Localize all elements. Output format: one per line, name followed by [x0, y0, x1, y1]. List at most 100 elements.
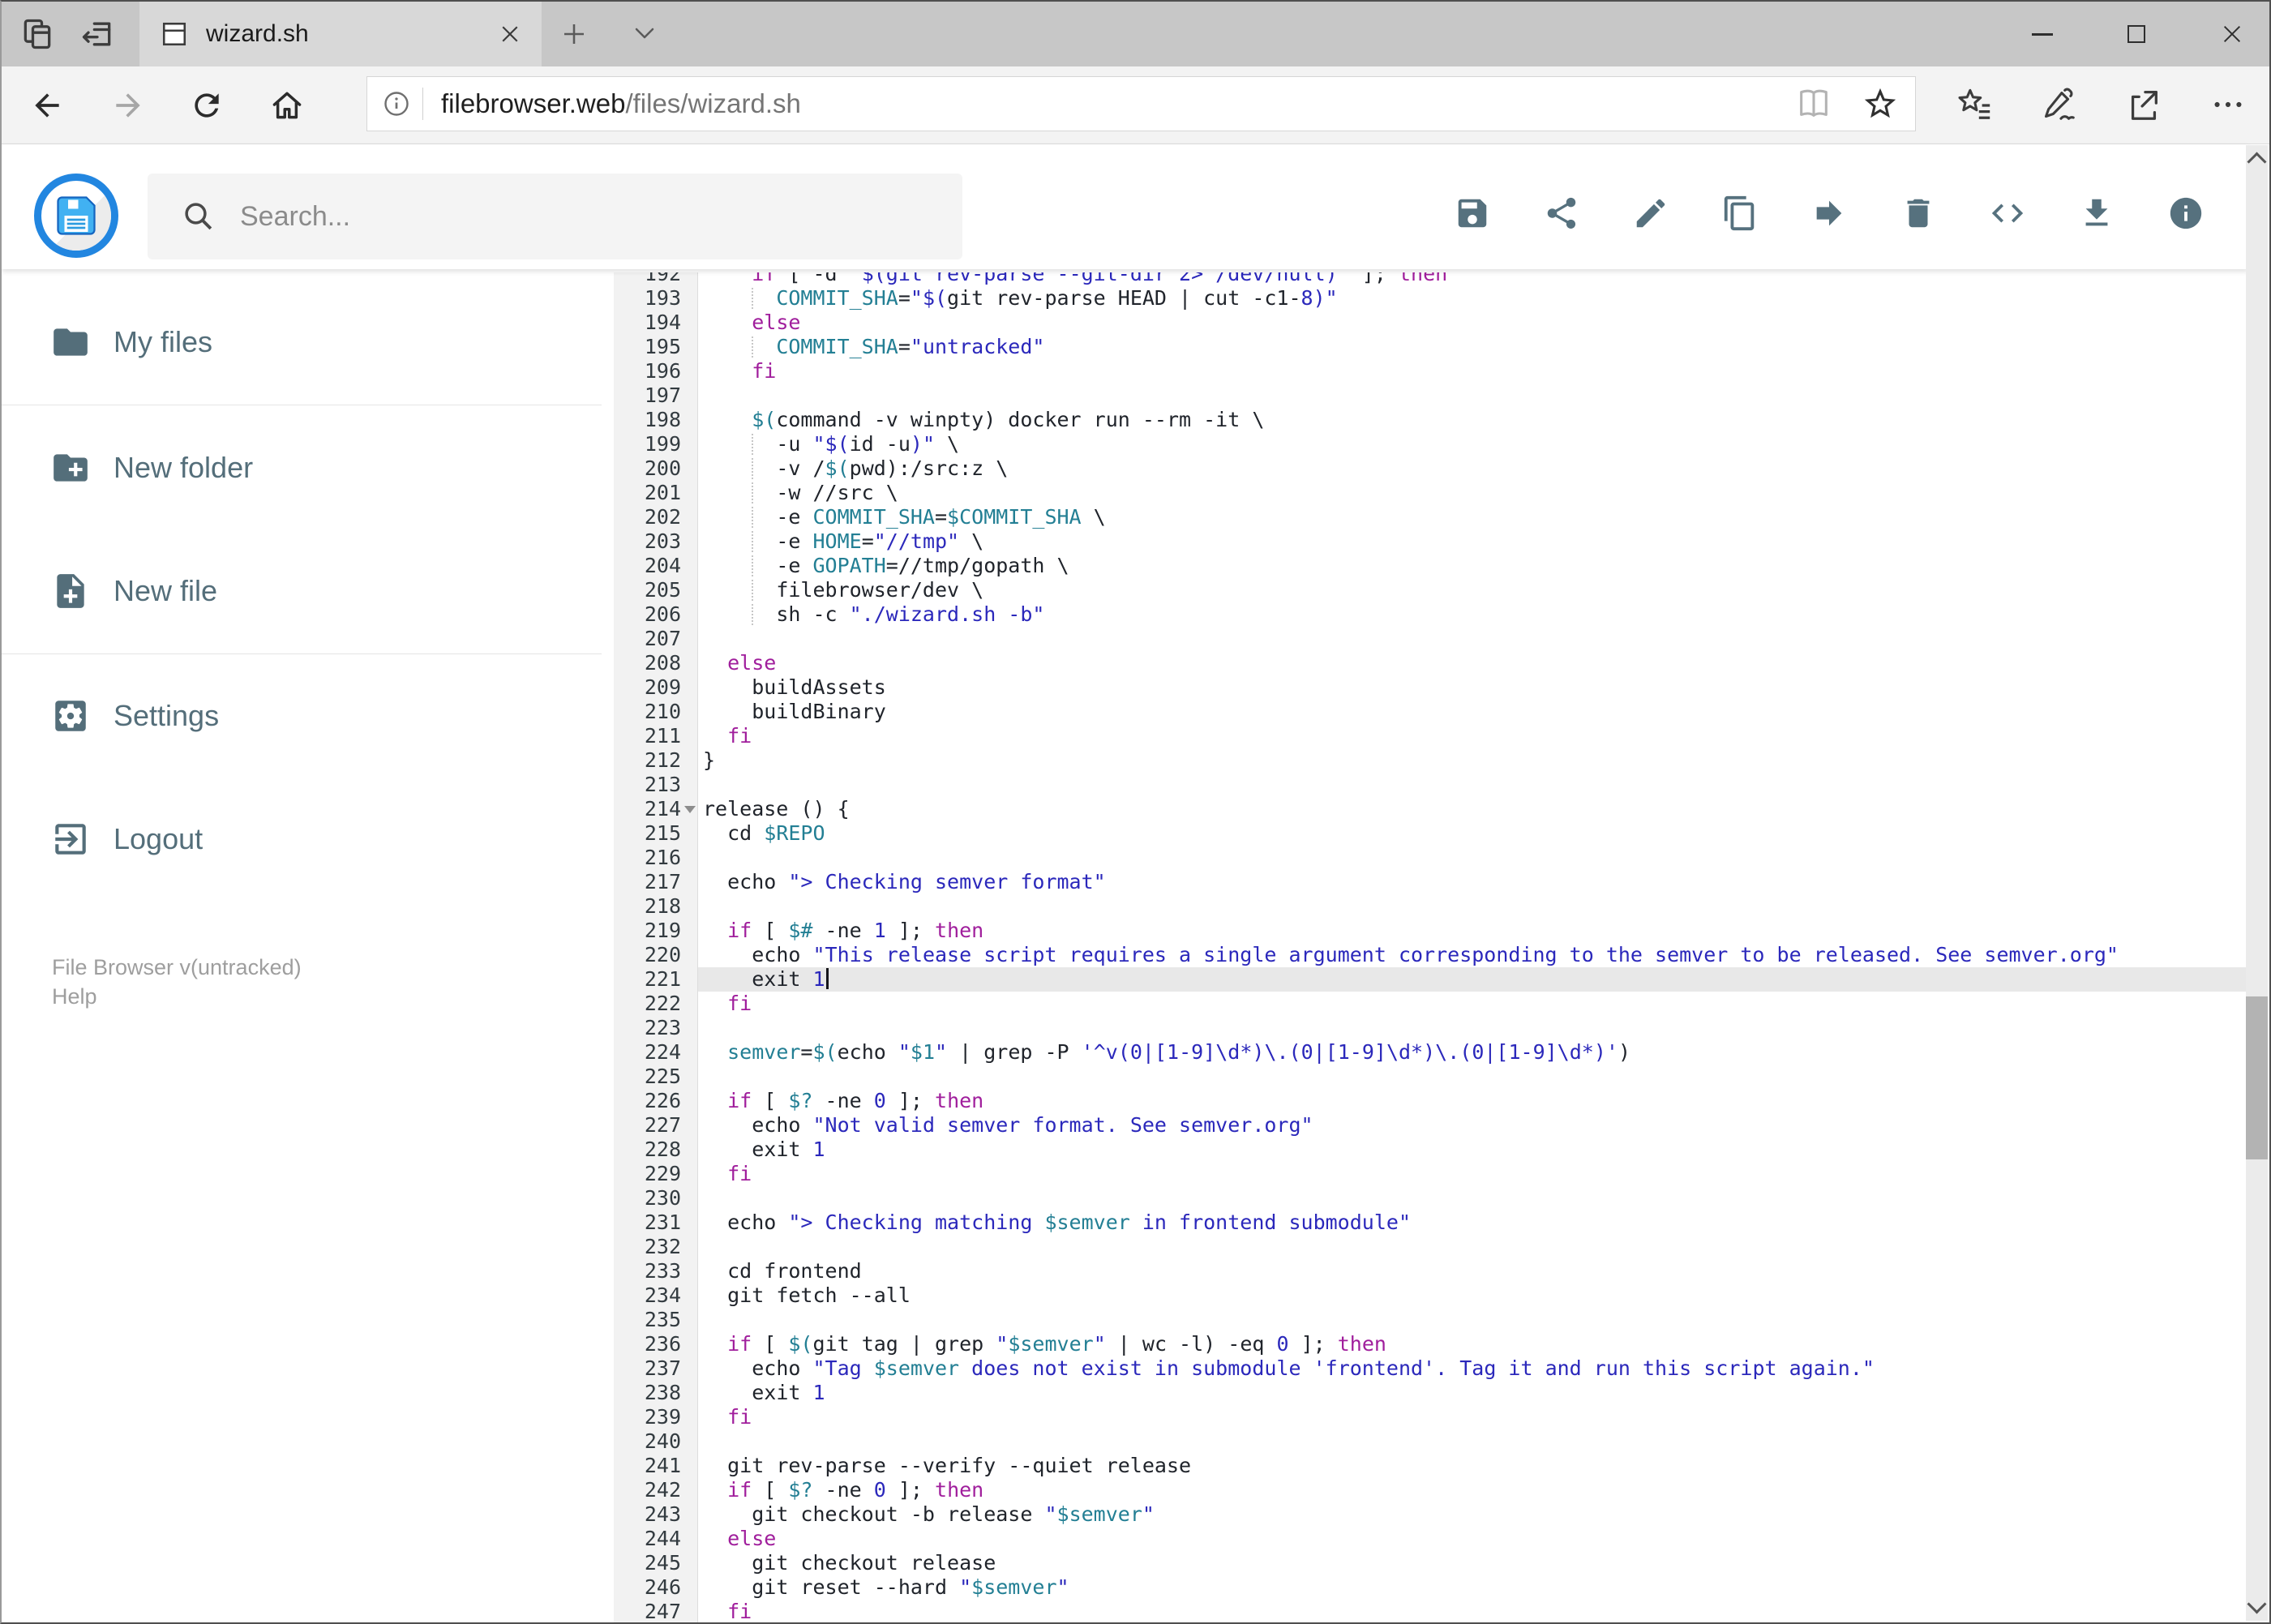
- code-text[interactable]: -e GOPATH=//tmp/gopath \: [698, 554, 2248, 578]
- code-text[interactable]: [698, 773, 2248, 797]
- code-text[interactable]: cd $REPO: [698, 821, 2248, 846]
- code-text[interactable]: echo "Tag $semver does not exist in subm…: [698, 1356, 2248, 1381]
- vertical-scrollbar[interactable]: [2246, 145, 2268, 1621]
- source-code-button[interactable]: [1989, 195, 2026, 232]
- set-aside-tabs-icon[interactable]: [79, 16, 115, 52]
- save-button[interactable]: [1454, 195, 1491, 232]
- scrollbar-thumb[interactable]: [2246, 996, 2268, 1159]
- browser-tab[interactable]: wizard.sh: [139, 2, 542, 66]
- minimize-button[interactable]: [2018, 13, 2067, 55]
- code-text[interactable]: }: [698, 748, 2248, 773]
- forward-icon[interactable]: [110, 88, 146, 123]
- code-text[interactable]: git fetch --all: [698, 1283, 2248, 1308]
- tab-close-icon[interactable]: [498, 22, 522, 46]
- code-text[interactable]: [698, 1308, 2248, 1332]
- tab-preview-icon[interactable]: [19, 16, 55, 52]
- search-input[interactable]: [238, 199, 890, 234]
- code-text[interactable]: if [ $? -ne 0 ]; then: [698, 1089, 2248, 1113]
- code-text[interactable]: [698, 1235, 2248, 1259]
- code-text[interactable]: COMMIT_SHA="$(git rev-parse HEAD | cut -…: [698, 286, 2248, 311]
- code-text[interactable]: fi: [698, 1600, 2248, 1622]
- share-file-button[interactable]: [1543, 195, 1580, 232]
- sidebar-item-new-file[interactable]: New file: [2, 552, 530, 630]
- code-text[interactable]: COMMIT_SHA="untracked": [698, 335, 2248, 359]
- code-text[interactable]: cd frontend: [698, 1259, 2248, 1283]
- code-text[interactable]: fi: [698, 1162, 2248, 1186]
- code-text[interactable]: if [ -d "$(git rev-parse --git-dir 2> /d…: [698, 272, 2248, 286]
- code-text[interactable]: else: [698, 1527, 2248, 1551]
- code-text[interactable]: $(command -v winpty) docker run --rm -it…: [698, 408, 2248, 432]
- fold-arrow-icon[interactable]: [684, 806, 696, 813]
- reading-view-icon[interactable]: [1795, 85, 1832, 122]
- delete-button[interactable]: [1900, 195, 1937, 232]
- code-text[interactable]: echo "This release script requires a sin…: [698, 943, 2248, 967]
- code-text[interactable]: else: [698, 311, 2248, 335]
- sidebar-item-my-files[interactable]: My files: [2, 303, 530, 381]
- code-text[interactable]: [698, 627, 2248, 651]
- code-text[interactable]: buildAssets: [698, 675, 2248, 700]
- sidebar-item-settings[interactable]: Settings: [2, 677, 530, 755]
- code-text[interactable]: sh -c "./wizard.sh -b": [698, 602, 2248, 627]
- code-text[interactable]: if [ $? -ne 0 ]; then: [698, 1478, 2248, 1502]
- tab-list-chevron-icon[interactable]: [632, 24, 657, 42]
- hub-favorites-icon[interactable]: [1956, 86, 1994, 123]
- code-text[interactable]: echo "> Checking semver format": [698, 870, 2248, 894]
- filebrowser-logo[interactable]: [34, 174, 118, 258]
- sidebar-item-new-folder[interactable]: New folder: [2, 429, 530, 507]
- code-text[interactable]: exit 1: [698, 967, 2248, 992]
- home-icon[interactable]: [269, 88, 305, 123]
- code-text[interactable]: git reset --hard "$semver": [698, 1575, 2248, 1600]
- code-editor[interactable]: 192 if [ -d "$(git rev-parse --git-dir 2…: [614, 272, 2248, 1622]
- url-bar[interactable]: filebrowser.web/files/wizard.sh: [366, 76, 1916, 131]
- code-text[interactable]: filebrowser/dev \: [698, 578, 2248, 602]
- back-icon[interactable]: [29, 88, 65, 123]
- sidebar-item-logout[interactable]: Logout: [2, 800, 530, 878]
- new-tab-button[interactable]: [559, 19, 589, 49]
- code-text[interactable]: exit 1: [698, 1381, 2248, 1405]
- code-text[interactable]: [698, 894, 2248, 919]
- code-text[interactable]: fi: [698, 724, 2248, 748]
- more-options-icon[interactable]: [2209, 86, 2247, 123]
- add-favorite-star-icon[interactable]: [1862, 85, 1899, 122]
- code-text[interactable]: [698, 1186, 2248, 1211]
- scroll-down-arrow-icon[interactable]: [2247, 1594, 2267, 1614]
- rename-button[interactable]: [1632, 195, 1669, 232]
- code-text[interactable]: [698, 384, 2248, 408]
- annotate-pen-icon[interactable]: [2041, 86, 2078, 123]
- code-text[interactable]: echo "Not valid semver format. See semve…: [698, 1113, 2248, 1138]
- code-text[interactable]: [698, 1429, 2248, 1454]
- code-text[interactable]: buildBinary: [698, 700, 2248, 724]
- code-text[interactable]: echo "> Checking matching $semver in fro…: [698, 1211, 2248, 1235]
- share-icon[interactable]: [2125, 86, 2162, 123]
- code-text[interactable]: git checkout release: [698, 1551, 2248, 1575]
- code-text[interactable]: semver=$(echo "$1" | grep -P '^v(0|[1-9]…: [698, 1040, 2248, 1065]
- info-button[interactable]: [2167, 195, 2205, 232]
- code-text[interactable]: release () {: [698, 797, 2248, 821]
- search-box[interactable]: [148, 174, 962, 259]
- code-text[interactable]: [698, 846, 2248, 870]
- scroll-up-arrow-icon[interactable]: [2247, 152, 2267, 172]
- maximize-button[interactable]: [2112, 13, 2161, 55]
- code-text[interactable]: fi: [698, 359, 2248, 384]
- move-button[interactable]: [1810, 195, 1848, 232]
- copy-button[interactable]: [1721, 195, 1759, 232]
- site-info-icon[interactable]: [382, 89, 411, 118]
- code-text[interactable]: git rev-parse --verify --quiet release: [698, 1454, 2248, 1478]
- refresh-icon[interactable]: [189, 88, 225, 123]
- code-text[interactable]: exit 1: [698, 1138, 2248, 1162]
- code-text[interactable]: fi: [698, 992, 2248, 1016]
- code-text[interactable]: -u "$(id -u)" \: [698, 432, 2248, 456]
- code-text[interactable]: if [ $# -ne 1 ]; then: [698, 919, 2248, 943]
- code-text[interactable]: [698, 1065, 2248, 1089]
- code-text[interactable]: -e HOME="//tmp" \: [698, 529, 2248, 554]
- code-text[interactable]: fi: [698, 1405, 2248, 1429]
- download-button[interactable]: [2078, 195, 2115, 232]
- code-text[interactable]: -w //src \: [698, 481, 2248, 505]
- code-text[interactable]: -v /$(pwd):/src:z \: [698, 456, 2248, 481]
- code-text[interactable]: else: [698, 651, 2248, 675]
- code-text[interactable]: git checkout -b release "$semver": [698, 1502, 2248, 1527]
- code-text[interactable]: [698, 1016, 2248, 1040]
- code-text[interactable]: if [ $(git tag | grep "$semver" | wc -l)…: [698, 1332, 2248, 1356]
- code-text[interactable]: -e COMMIT_SHA=$COMMIT_SHA \: [698, 505, 2248, 529]
- close-button[interactable]: [2208, 13, 2256, 55]
